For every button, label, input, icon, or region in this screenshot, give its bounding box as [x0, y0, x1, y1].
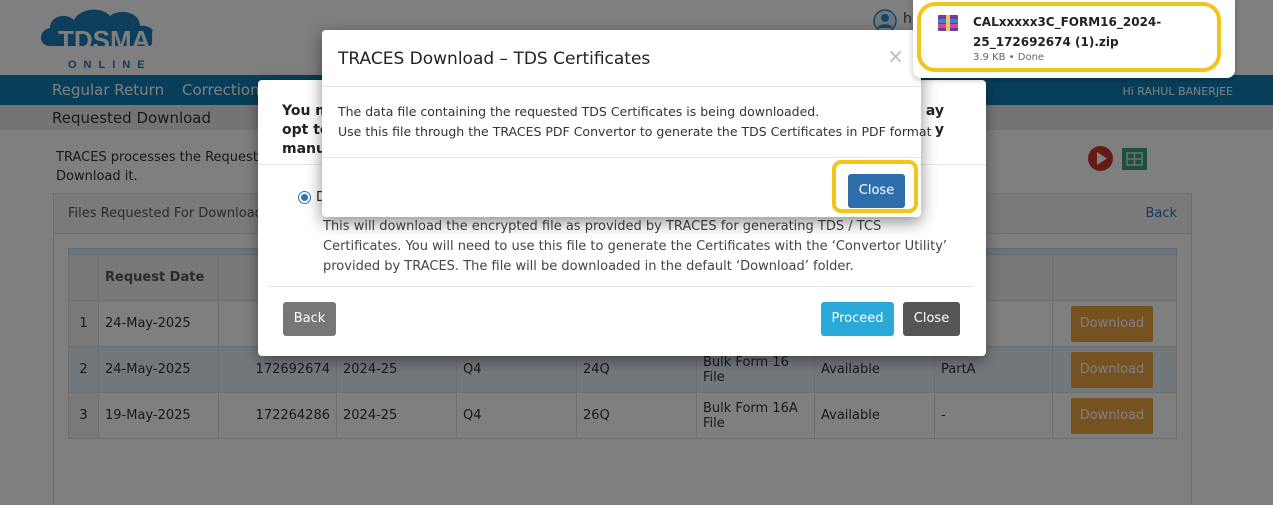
divider	[322, 157, 921, 158]
divider	[268, 286, 974, 287]
download-popup[interactable]: CALxxxxx3C_FORM16_2024-25_172692674 (1).…	[913, 0, 1235, 78]
modal-message-line1: The data file containing the requested T…	[338, 104, 820, 119]
modal-message-line2: Use this file through the TRACES PDF Con…	[338, 124, 932, 139]
download-option-description: This will download the encrypted file as…	[323, 219, 948, 274]
back-button[interactable]: Back	[283, 302, 336, 336]
download-status: 3.9 KB • Done	[973, 52, 1045, 63]
download-option-radio[interactable]	[298, 191, 311, 204]
modal-title: TRACES Download – TDS Certificates	[338, 49, 651, 69]
proceed-button[interactable]: Proceed	[821, 302, 894, 336]
close-button[interactable]: Close	[903, 302, 960, 336]
divider	[322, 86, 921, 87]
download-file-name[interactable]: CALxxxxx3C_FORM16_2024-25_172692674 (1).…	[973, 12, 1223, 52]
zip-archive-icon	[938, 15, 958, 31]
close-button[interactable]: Close	[848, 174, 905, 208]
close-button-highlight: Close	[832, 160, 918, 213]
traces-download-modal: TRACES Download – TDS Certificates × The…	[322, 30, 931, 217]
close-icon[interactable]: ×	[887, 44, 904, 68]
